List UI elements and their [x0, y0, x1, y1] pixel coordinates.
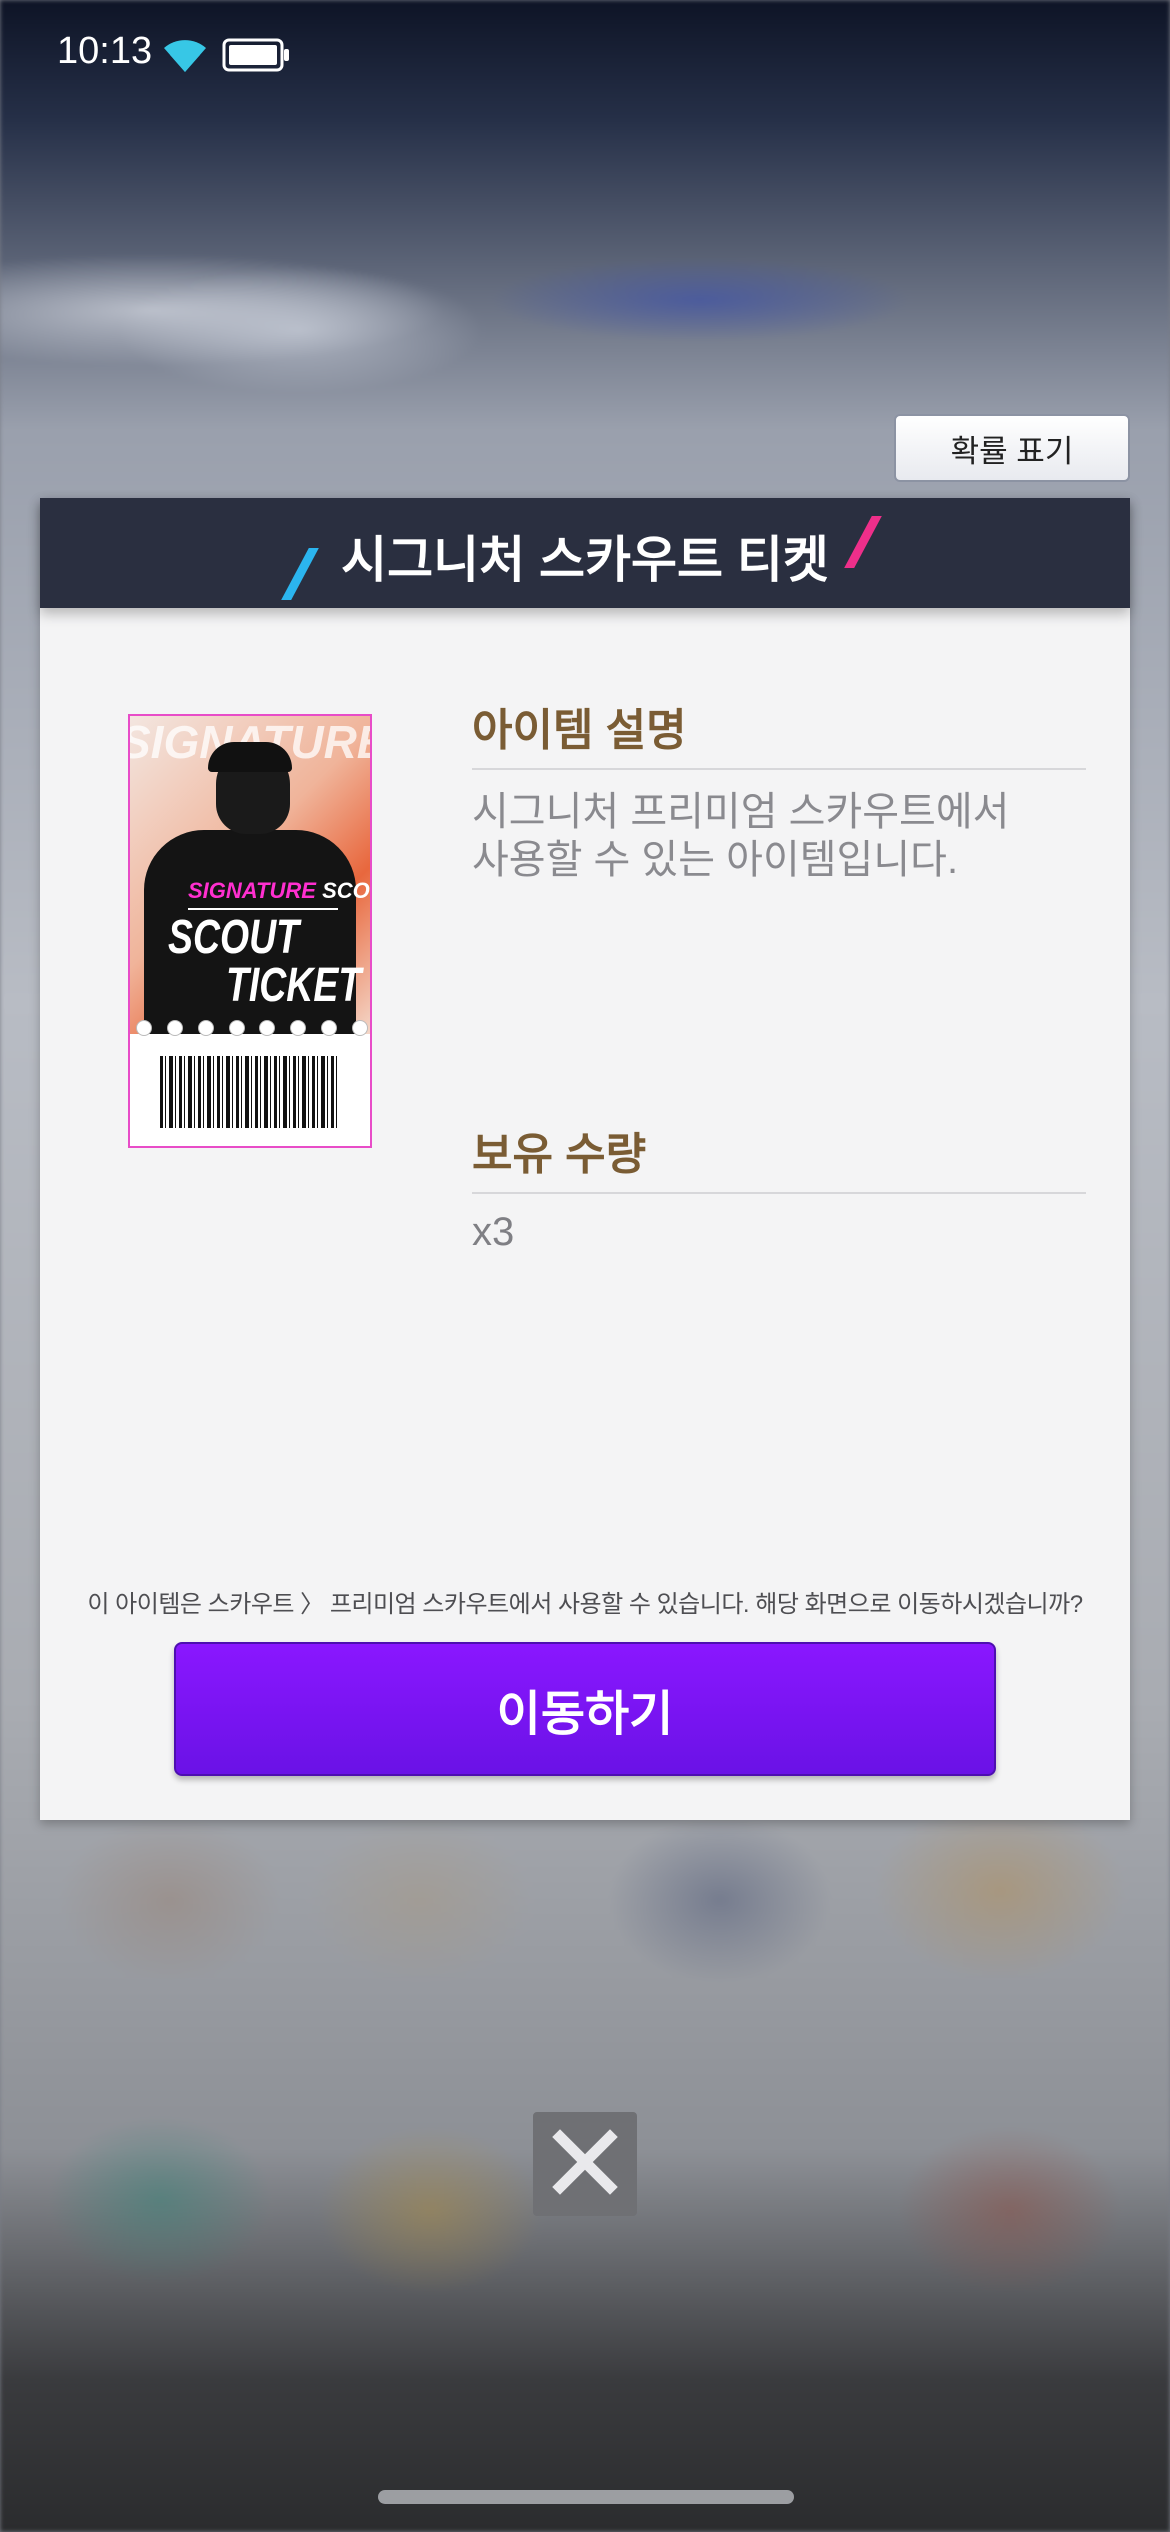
barcode — [160, 1056, 340, 1128]
ticket-artwork: SIGNATURE SQUAD PA SIGNATURE SCOUT SCOUT… — [130, 716, 370, 1034]
quantity-value: x3 — [472, 1210, 515, 1254]
probability-display-label: 확률 표기 — [950, 433, 1074, 469]
item-info-modal: 시그니처 스카우트 티켓 SIGNATURE SQUAD PA SIGNATUR… — [40, 498, 1130, 1820]
ticket-scout-text: SCOUT — [168, 911, 300, 964]
description-divider — [472, 768, 1086, 770]
quantity-title: 보유 수량 — [472, 1130, 647, 1179]
status-bar: 10:13 — [0, 0, 1170, 110]
ticket-ticket-text: TICKET — [226, 959, 362, 1012]
modal-header: 시그니처 스카우트 티켓 — [40, 498, 1130, 608]
item-description: 시그니처 프리미엄 스카우트에서 사용할 수 있는 아이템입니다. — [472, 788, 1092, 884]
move-button[interactable]: 이동하기 — [174, 1642, 996, 1776]
wifi-icon — [160, 36, 210, 78]
description-line-2: 사용할 수 있는 아이템입니다. — [472, 838, 959, 882]
home-indicator[interactable] — [378, 2490, 794, 2504]
signature-scout-label: SIGNATURE SCOUT — [188, 878, 370, 903]
probability-display-button[interactable]: 확률 표기 — [894, 414, 1130, 482]
modal-title: 시그니처 스카우트 티켓 — [341, 532, 829, 588]
move-button-label: 이동하기 — [496, 1688, 674, 1741]
label-underline — [188, 908, 338, 910]
close-icon — [550, 2127, 620, 2201]
ticket-perforation — [136, 1020, 368, 1040]
quantity-divider — [472, 1192, 1086, 1194]
scout-ticket-image: SIGNATURE SQUAD PA SIGNATURE SCOUT SCOUT… — [128, 714, 372, 1148]
move-notice-text: 이 아이템은 스카우트 〉 프리미엄 스카우트에서 사용할 수 있습니다. 해당… — [87, 1591, 1083, 1618]
description-line-1: 시그니처 프리미엄 스카우트에서 — [472, 790, 1010, 834]
battery-icon — [222, 38, 290, 76]
description-title: 아이템 설명 — [472, 706, 687, 755]
status-time: 10:13 — [57, 30, 153, 72]
close-button[interactable] — [533, 2112, 637, 2216]
player-cap-silhouette — [208, 742, 292, 772]
